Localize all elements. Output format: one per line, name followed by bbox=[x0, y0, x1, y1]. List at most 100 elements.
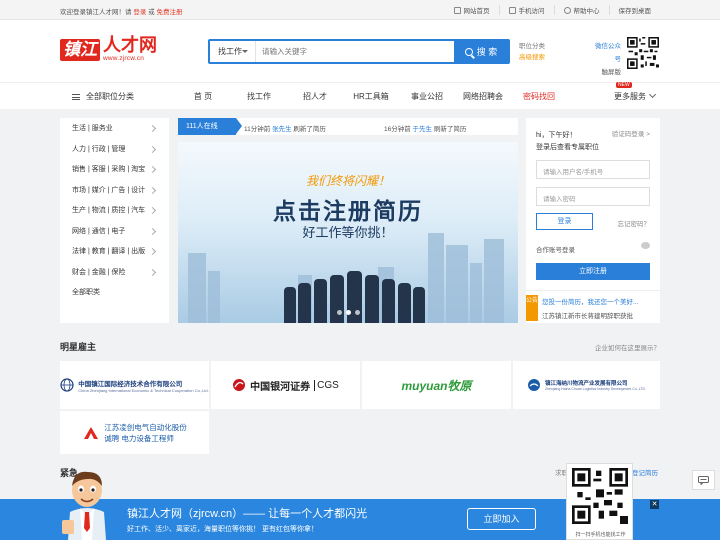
wechat-info: 微信公众号 触屏版 bbox=[590, 40, 621, 79]
or-text: 或 bbox=[148, 9, 155, 16]
register-resume-link[interactable]: 登记简历 bbox=[632, 467, 658, 477]
wechat-official-label[interactable]: 微信公众号 bbox=[590, 40, 621, 66]
hot-links: 职位分类 高级搜索 bbox=[519, 41, 545, 63]
category-item[interactable]: 网络 | 通信 | 电子 bbox=[60, 221, 169, 242]
partner-login-label: 合作账号登录 bbox=[536, 247, 575, 254]
menu-icon bbox=[72, 93, 80, 100]
search-button[interactable]: 搜 索 bbox=[454, 41, 508, 62]
activity-user[interactable]: 于先生 bbox=[413, 126, 433, 133]
search-box: 找工作 搜 索 bbox=[208, 39, 510, 64]
category-item[interactable]: 法律 | 教育 | 翻译 | 出版 bbox=[60, 241, 169, 262]
activity-user[interactable]: 张先生 bbox=[272, 126, 292, 133]
employer-name-en: Zhenjiang Haina Chuan Logistics Industry… bbox=[544, 387, 647, 391]
category-item[interactable]: 人力 | 行政 | 管理 bbox=[60, 139, 169, 160]
home-link-label: 网站首页 bbox=[463, 8, 490, 15]
nav-item-public-recruit[interactable]: 事业公招 bbox=[399, 83, 455, 110]
activity-item: 16分钟前 于先生 刷新了简历 bbox=[384, 123, 466, 133]
wechat-login-icon[interactable] bbox=[641, 242, 650, 249]
search-input[interactable] bbox=[262, 41, 452, 62]
activity-time: 16分钟前 bbox=[384, 126, 411, 133]
employer-logo[interactable]: 中国银河证券 CGS bbox=[211, 361, 360, 409]
employer-name: 镇江海纳川物流产业发展有限公司 bbox=[544, 381, 628, 387]
notice-item[interactable]: 您投一份简历，我还您一个美好... bbox=[542, 296, 658, 306]
forgot-password-link[interactable]: 忘记密码？ bbox=[618, 218, 651, 228]
nav-item-recruit[interactable]: 招人才 bbox=[287, 83, 343, 110]
join-now-button[interactable]: 立即加入 bbox=[467, 508, 536, 530]
employer-slogan: 诚聘 电力设备工程师 bbox=[104, 433, 174, 443]
login-button[interactable]: 登录 bbox=[536, 213, 593, 230]
touch-version-label[interactable]: 触屏版 bbox=[590, 66, 622, 79]
category-sidebar: 生活 | 服务业 人力 | 行政 | 管理 销售 | 客服 | 采购 | 淘宝 … bbox=[60, 118, 169, 323]
code-login-link[interactable]: 验证码登录 > bbox=[612, 128, 650, 138]
main-nav: 全部职位分类 首 页 找工作 招人才 HR工具箱 事业公招 网络招聘会 密码找回… bbox=[0, 82, 720, 109]
notice-area: 公告 您投一份简历，我还您一个美好... 江苏镇江新市长蒋建明辞职获批 bbox=[526, 290, 660, 323]
category-item[interactable]: 财会 | 金融 | 保险 bbox=[60, 262, 169, 283]
search-type-select[interactable]: 找工作 bbox=[210, 41, 256, 62]
job-category-link[interactable]: 职位分类 bbox=[519, 41, 545, 52]
carousel-dots[interactable] bbox=[178, 308, 518, 317]
nav-item-find-job[interactable]: 找工作 bbox=[231, 83, 287, 110]
category-item[interactable]: 生产 | 物流 | 质控 | 汽车 bbox=[60, 200, 169, 221]
haina-logo-icon bbox=[527, 379, 540, 391]
all-categories-toggle[interactable]: 全部职位分类 bbox=[60, 83, 173, 110]
employer-logo[interactable]: 镇江海纳川物流产业发展有限公司 Zhenjiang Haina Chuan Log… bbox=[513, 361, 660, 409]
header: 镇江 人才网 www.zjrcw.cn 找工作 搜 索 职位分类 高级搜索 微信… bbox=[0, 20, 720, 82]
banner-subline: 好工作等你挑！ bbox=[302, 225, 394, 240]
category-item-all[interactable]: 全部职类 bbox=[60, 282, 169, 303]
login-subtitle: 登录后查看专属职位 bbox=[536, 144, 599, 151]
nav-item-online-fair[interactable]: 网络招聘会 bbox=[455, 83, 511, 110]
password-field[interactable]: 请输入密码 bbox=[536, 187, 650, 206]
mobile-link-label: 手机访问 bbox=[518, 8, 545, 15]
activity-action: 刷新了简历 bbox=[433, 126, 467, 133]
new-badge: NEW bbox=[616, 82, 632, 88]
qr-code-icon bbox=[572, 468, 628, 524]
nav-item-home[interactable]: 首 页 bbox=[175, 83, 231, 110]
nav-item-hr-tools[interactable]: HR工具箱 bbox=[343, 83, 399, 110]
logo-name: 人才网 bbox=[103, 35, 157, 56]
greeting-text: hi，下午好！ bbox=[536, 132, 577, 139]
nav-items: 首 页 找工作 招人才 HR工具箱 事业公招 网络招聘会 密码找回 bbox=[175, 83, 567, 110]
notice-tag: 公告 bbox=[526, 295, 538, 321]
advanced-search-link[interactable]: 高级搜索 bbox=[519, 52, 545, 63]
banner-tagline: 我们终将闪耀！ bbox=[305, 174, 390, 188]
site-logo[interactable]: 镇江 人才网 www.zjrcw.cn bbox=[60, 37, 157, 62]
employer-ad-link[interactable]: 企业如何在这里展示？ bbox=[595, 342, 660, 352]
save-desktop-link[interactable]: 保存到桌面 bbox=[608, 5, 661, 15]
employer-logo[interactable]: muyuan牧原 bbox=[362, 361, 511, 409]
globe-logo-icon bbox=[60, 378, 74, 392]
employer-name: 中国银河证券 bbox=[250, 381, 311, 393]
help-link[interactable]: 帮助中心 bbox=[553, 5, 609, 15]
more-services-menu[interactable]: 更多服务 bbox=[614, 91, 655, 102]
floating-qr-panel[interactable]: 扫一扫手机也能找工作 bbox=[566, 463, 633, 540]
login-panel: hi，下午好！ 验证码登录 > 登录后查看专属职位 请输入用户名/手机号 请输入… bbox=[526, 118, 660, 323]
username-field[interactable]: 请输入用户名/手机号 bbox=[536, 160, 650, 179]
home-link[interactable]: 网站首页 bbox=[445, 5, 499, 15]
category-item[interactable]: 生活 | 服务业 bbox=[60, 118, 169, 139]
qr-code-icon bbox=[627, 37, 659, 69]
promo-title: 镇江人才网（zjrcw.cn）—— 让每一个人才都闪光 bbox=[127, 508, 368, 520]
save-desktop-label: 保存到桌面 bbox=[618, 8, 652, 15]
register-button[interactable]: 立即注册 bbox=[536, 263, 650, 280]
promo-subtitle: 好工作、活少、离家近，海量职位等你挑！ 更有红包等你拿！ bbox=[127, 526, 318, 533]
close-icon[interactable]: ✕ bbox=[650, 500, 659, 509]
employer-logo[interactable]: 中国镇江国际经济技术合作有限公司 China Zhenjiang Internat… bbox=[60, 361, 209, 409]
feedback-button[interactable] bbox=[692, 470, 715, 490]
top-bar: 欢迎登录镇江人才网！请 登录 或 免费注册 网站首页 手机访问 帮助中心 保存到… bbox=[0, 0, 720, 20]
hero-banner[interactable]: 我们终将闪耀！ 点击注册简历 好工作等你挑！ bbox=[178, 142, 518, 323]
employer-logo[interactable]: 江苏凌创电气自动化股份 诚聘 电力设备工程师 bbox=[60, 411, 209, 454]
phone-icon bbox=[508, 6, 516, 14]
galaxy-logo-icon bbox=[233, 379, 246, 391]
qr-caption: 扫一扫手机也能找工作 bbox=[575, 532, 626, 538]
login-link[interactable]: 登录 bbox=[133, 9, 146, 16]
top-links: 网站首页 手机访问 帮助中心 保存到桌面 bbox=[445, 5, 661, 15]
category-item[interactable]: 市场 | 媒介 | 广告 | 设计 bbox=[60, 180, 169, 201]
mobile-link[interactable]: 手机访问 bbox=[498, 5, 554, 15]
employer-name: 江苏凌创电气自动化股份 bbox=[104, 422, 187, 432]
all-categories-label: 全部职位分类 bbox=[86, 92, 134, 101]
nav-item-password-recovery[interactable]: 密码找回 bbox=[511, 83, 567, 110]
activity-item: 11分钟前 张先生 刷新了简历 bbox=[244, 123, 326, 133]
category-item[interactable]: 销售 | 客服 | 采购 | 淘宝 bbox=[60, 159, 169, 180]
register-link[interactable]: 免费注册 bbox=[156, 9, 182, 16]
notice-item[interactable]: 江苏镇江新市长蒋建明辞职获批 bbox=[542, 310, 658, 320]
search-icon bbox=[464, 47, 473, 56]
